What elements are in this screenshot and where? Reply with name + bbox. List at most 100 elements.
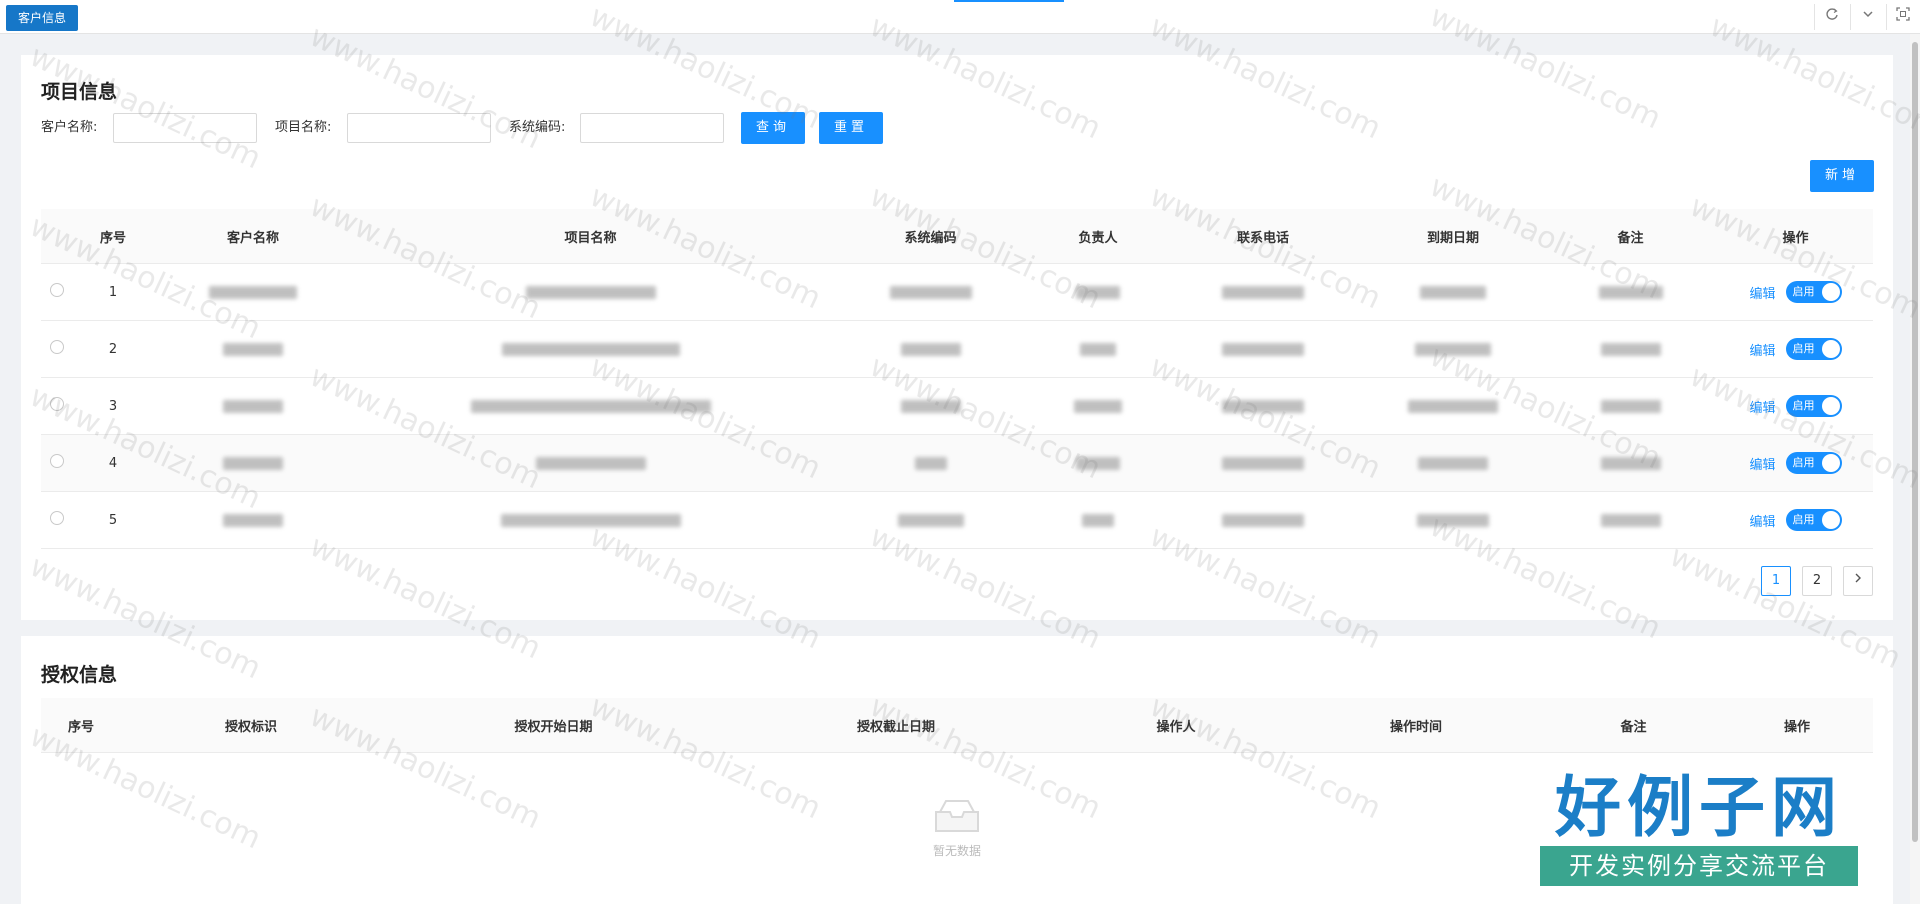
table-header-row: 序号 客户名称 项目名称 系统编码 负责人 联系电话 到期日期 备注 操作 (41, 209, 1873, 264)
redacted-cell (1222, 513, 1304, 527)
toggle-label: 启用 (1792, 456, 1815, 469)
toggle-label: 启用 (1792, 513, 1815, 526)
row-radio[interactable] (50, 511, 64, 525)
reset-button[interactable]: 重置 (819, 112, 883, 144)
table-header: 到期日期 (1363, 209, 1543, 264)
toggle-knob (1821, 454, 1840, 472)
table-header: 客户名称 (153, 209, 353, 264)
redacted-cell (1418, 456, 1488, 470)
table-row[interactable]: 2 编辑 启用 (41, 320, 1873, 378)
redacted-cell (223, 399, 283, 413)
redacted-cell (535, 456, 646, 470)
table-header: 操作 (1721, 698, 1873, 753)
redacted-cell (889, 285, 972, 299)
redacted-cell (1222, 285, 1304, 299)
enable-toggle[interactable]: 启用 (1785, 452, 1842, 474)
tab-customer-info[interactable]: 客户信息 (6, 5, 79, 31)
redacted-cell (914, 456, 947, 470)
table-row[interactable]: 1 编辑 启用 (41, 263, 1873, 321)
filter-label-project: 项目名称: (275, 120, 332, 135)
table-header: 操作人 (1066, 698, 1286, 753)
divider (1814, 4, 1815, 30)
top-tab-bar: 客户信息 (0, 0, 1920, 34)
row-index: 4 (73, 434, 153, 492)
redacted-cell (1076, 456, 1120, 470)
toggle-label: 启用 (1792, 399, 1815, 412)
row-radio[interactable] (50, 283, 64, 297)
redacted-cell (1076, 285, 1120, 299)
add-button[interactable]: 新增 (1810, 160, 1874, 192)
edit-link[interactable]: 编辑 (1749, 401, 1775, 416)
table-header-row: 序号 授权标识 授权开始日期 授权截止日期 操作人 操作时间 备注 操作 (41, 698, 1873, 753)
table-header: 操作时间 (1286, 698, 1546, 753)
next-page-button[interactable] (1843, 566, 1873, 596)
redacted-cell (209, 285, 297, 299)
redacted-cell (1408, 399, 1498, 413)
redacted-cell (897, 513, 964, 527)
enable-toggle[interactable]: 启用 (1785, 281, 1842, 303)
table-row[interactable]: 4 编辑 启用 (41, 434, 1873, 492)
section-title-project: 项目信息 (41, 81, 118, 103)
table-header: 系统编码 (828, 209, 1033, 264)
table-header: 授权标识 (121, 698, 381, 753)
table-header-select (41, 209, 73, 264)
toggle-knob (1821, 340, 1840, 358)
redacted-cell (1600, 399, 1661, 413)
toggle-label: 启用 (1792, 285, 1815, 298)
row-radio[interactable] (50, 397, 64, 411)
edit-link[interactable]: 编辑 (1749, 344, 1775, 359)
row-index: 5 (73, 491, 153, 549)
edit-link[interactable]: 编辑 (1749, 458, 1775, 473)
auth-table: 序号 授权标识 授权开始日期 授权截止日期 操作人 操作时间 备注 操作 (41, 698, 1873, 753)
table-header: 序号 (41, 698, 121, 753)
project-table: 序号 客户名称 项目名称 系统编码 负责人 联系电话 到期日期 备注 操作 1 (41, 209, 1873, 549)
redacted-cell (1598, 285, 1663, 299)
redacted-cell (1417, 513, 1489, 527)
project-name-input[interactable] (347, 113, 491, 143)
enable-toggle[interactable]: 启用 (1785, 338, 1842, 360)
query-button[interactable]: 查询 (741, 112, 805, 144)
page-2-button[interactable]: 2 (1802, 566, 1832, 596)
chevron-down-icon[interactable] (1857, 7, 1879, 27)
row-radio[interactable] (50, 340, 64, 354)
redacted-cell (1222, 342, 1304, 356)
redacted-cell (223, 342, 283, 356)
redacted-cell (223, 456, 283, 470)
redacted-cell (223, 513, 283, 527)
edit-link[interactable]: 编辑 (1749, 287, 1775, 302)
enable-toggle[interactable]: 启用 (1785, 395, 1842, 417)
refresh-icon[interactable] (1821, 7, 1843, 27)
enable-toggle[interactable]: 启用 (1785, 509, 1842, 531)
redacted-cell (1600, 456, 1661, 470)
table-header: 联系电话 (1163, 209, 1363, 264)
redacted-cell (1074, 399, 1122, 413)
table-row[interactable]: 5 编辑 启用 (41, 491, 1873, 549)
active-tab-indicator (954, 0, 1064, 2)
row-radio[interactable] (50, 454, 64, 468)
toggle-knob (1821, 283, 1840, 301)
scrollbar-thumb[interactable] (1912, 42, 1918, 842)
table-header: 操作 (1718, 209, 1873, 264)
customer-name-input[interactable] (113, 113, 257, 143)
row-index: 1 (73, 263, 153, 321)
table-header: 备注 (1543, 209, 1718, 264)
toggle-knob (1821, 511, 1840, 529)
redacted-cell (1600, 513, 1661, 527)
table-row[interactable]: 3 编辑 启用 (41, 377, 1873, 435)
redacted-cell (1415, 342, 1491, 356)
redacted-cell (1420, 285, 1486, 299)
row-index: 3 (73, 377, 153, 435)
fullscreen-icon[interactable] (1892, 7, 1914, 27)
page-scrollbar[interactable] (1910, 34, 1920, 904)
redacted-cell (501, 342, 680, 356)
empty-inbox-icon (932, 798, 982, 834)
redacted-cell (900, 342, 961, 356)
table-header: 授权截止日期 (726, 698, 1066, 753)
system-code-input[interactable] (580, 113, 724, 143)
redacted-cell (500, 513, 681, 527)
row-index: 2 (73, 320, 153, 378)
page-1-button[interactable]: 1 (1761, 566, 1791, 596)
redacted-cell (470, 399, 711, 413)
edit-link[interactable]: 编辑 (1749, 515, 1775, 530)
table-header: 负责人 (1033, 209, 1163, 264)
